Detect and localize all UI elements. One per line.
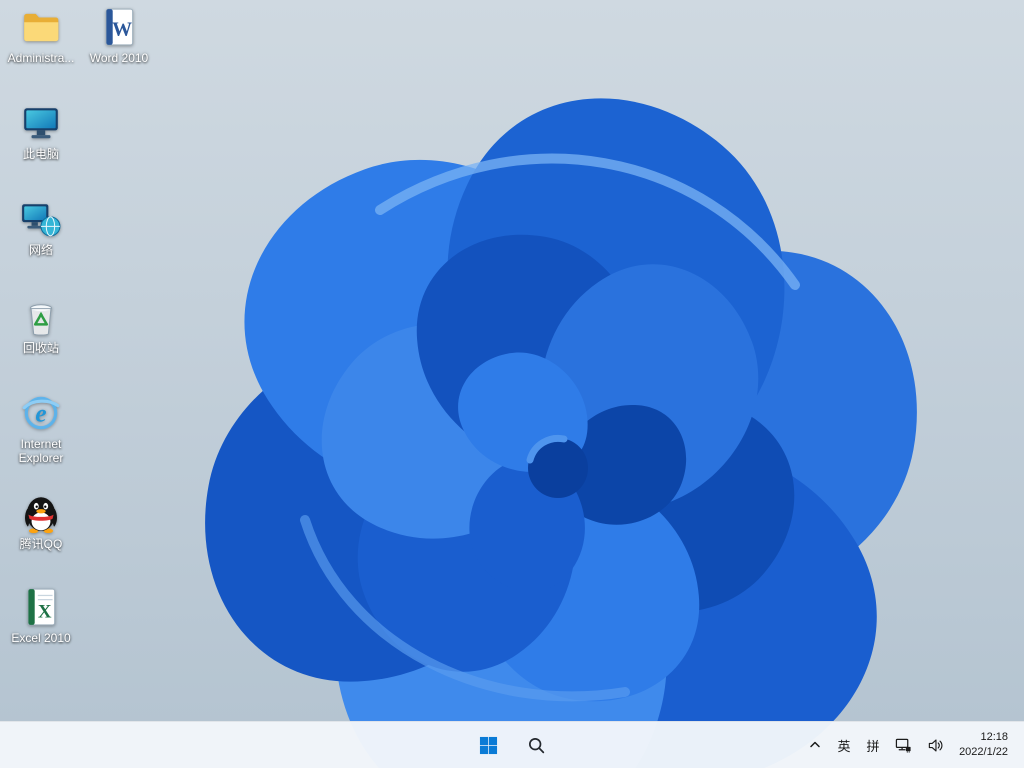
desktop-icon-recycle-bin[interactable]: 回收站 xyxy=(2,296,80,355)
desktop: Administra... W Word 2010 此电脑 网络 回收站 e I… xyxy=(0,0,1024,768)
system-tray: 英 拼 12:18 2022/1/22 xyxy=(802,722,1024,768)
desktop-icon-administrator-folder[interactable]: Administra... xyxy=(2,6,80,65)
speaker-icon xyxy=(928,738,943,752)
chevron-up-icon xyxy=(810,741,820,748)
icon-label: 回收站 xyxy=(22,341,59,355)
ethernet-display-icon xyxy=(895,738,911,753)
clock-date: 2022/1/22 xyxy=(959,746,1008,758)
network-button[interactable] xyxy=(889,728,918,762)
folder-icon xyxy=(24,13,59,42)
icon-label: Word 2010 xyxy=(89,51,149,65)
word-icon: W xyxy=(105,8,134,46)
svg-text:W: W xyxy=(112,18,132,40)
icon-label: Internet Explorer xyxy=(18,437,64,466)
desktop-icon-excel-2010[interactable]: X Excel 2010 xyxy=(2,586,80,645)
internet-explorer-icon: e xyxy=(22,396,60,430)
icon-label: 腾讯QQ xyxy=(19,537,63,551)
desktop-icon-word-2010[interactable]: W Word 2010 xyxy=(80,6,158,65)
icon-label: Administra... xyxy=(7,51,75,65)
wallpaper-bloom xyxy=(0,0,1024,768)
taskbar-center-group xyxy=(468,726,556,764)
search-icon xyxy=(528,737,544,753)
search-button[interactable] xyxy=(516,726,556,764)
network-places-icon xyxy=(22,204,61,237)
desktop-icon-tencent-qq[interactable]: 腾讯QQ xyxy=(2,492,80,551)
desktop-icon-network[interactable]: 网络 xyxy=(2,198,80,257)
icon-label: 网络 xyxy=(28,243,53,257)
desktop-icon-this-pc[interactable]: 此电脑 xyxy=(2,102,80,161)
qq-icon xyxy=(25,497,57,534)
excel-icon: X xyxy=(27,588,56,626)
clock[interactable]: 12:18 2022/1/22 xyxy=(953,727,1014,763)
start-button[interactable] xyxy=(468,726,508,764)
windows-logo-icon xyxy=(479,736,497,754)
recycle-bin-icon xyxy=(29,304,53,336)
tray-overflow-button[interactable] xyxy=(802,728,828,762)
clock-time: 12:18 xyxy=(980,731,1008,744)
icon-label: 此电脑 xyxy=(22,147,59,161)
icon-label: Excel 2010 xyxy=(11,631,71,645)
desktop-icon-internet-explorer[interactable]: e Internet Explorer xyxy=(2,392,80,466)
volume-button[interactable] xyxy=(921,728,950,762)
ime-mode-button[interactable]: 拼 xyxy=(860,728,886,762)
this-pc-icon xyxy=(24,108,58,139)
taskbar: 英 拼 12:18 2022/1/22 xyxy=(0,721,1024,768)
svg-text:e: e xyxy=(35,400,46,427)
ime-language-button[interactable]: 英 xyxy=(831,728,857,762)
svg-text:X: X xyxy=(38,602,52,623)
